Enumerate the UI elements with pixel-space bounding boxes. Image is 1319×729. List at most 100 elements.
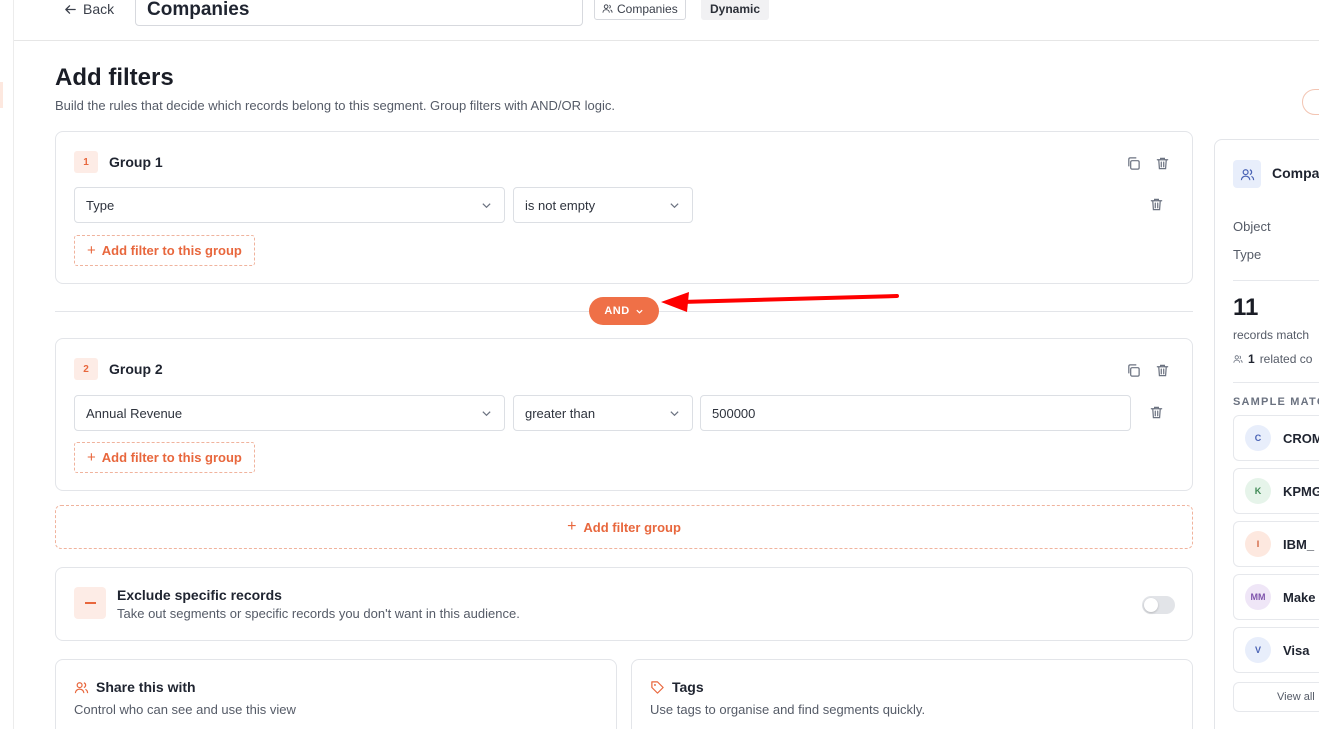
segment-type-chip: Dynamic: [701, 0, 770, 20]
summary-divider: [1233, 280, 1319, 281]
add-filter-group-button[interactable]: + Add filter group: [55, 505, 1193, 549]
back-label: Back: [83, 1, 115, 17]
operator-select-value: is not empty: [525, 197, 596, 213]
add-filter-group-label: Add filter group: [583, 519, 681, 535]
operator-select[interactable]: is not empty: [513, 187, 693, 223]
exclude-records-card: Exclude specific records Take out segmen…: [55, 567, 1193, 641]
trash-icon: [1156, 157, 1168, 169]
trash-icon: [1150, 406, 1162, 418]
back-button[interactable]: Back: [64, 0, 114, 18]
sample-match-name: KPMG: [1283, 483, 1319, 499]
field-select[interactable]: Type: [74, 187, 505, 223]
toggle-knob: [1144, 598, 1158, 612]
view-all-button[interactable]: View all: [1233, 682, 1319, 712]
summary-object-label: Object: [1233, 219, 1271, 234]
left-rail: [0, 0, 14, 729]
plus-icon: +: [87, 449, 96, 466]
field-select[interactable]: Annual Revenue: [74, 395, 505, 431]
summary-divider: [1233, 382, 1319, 383]
value-input-text: 500000: [712, 405, 756, 421]
chevron-down-icon: [482, 411, 491, 417]
chevron-down-icon: [636, 309, 643, 314]
field-select-value: Type: [86, 197, 115, 213]
segment-type-label: Dynamic: [710, 1, 761, 16]
sample-match-name: Visa: [1283, 642, 1310, 658]
object-chip: Companies: [594, 0, 686, 20]
header-action-button[interactable]: [1302, 89, 1319, 115]
annotation-arrow-icon: [661, 292, 899, 312]
group-number: 2: [74, 358, 98, 380]
tags-subtitle: Use tags to organise and find segments q…: [650, 702, 926, 717]
exclude-subtitle: Take out segments or specific records yo…: [117, 606, 520, 621]
avatar: K: [1245, 478, 1271, 504]
copy-icon: [1127, 156, 1140, 170]
minus-icon: [74, 587, 106, 619]
tags-title-row: Tags: [650, 679, 704, 695]
summary-type-label: Type: [1233, 247, 1262, 262]
users-icon: [1233, 160, 1261, 188]
users-icon: [74, 681, 89, 693]
plus-icon: +: [567, 518, 577, 535]
group-title: Group 1: [109, 154, 163, 170]
tag-icon: [651, 680, 664, 694]
exclude-toggle[interactable]: [1142, 596, 1175, 614]
field-select-value: Annual Revenue: [86, 405, 183, 421]
sample-match-name: CROM: [1283, 430, 1319, 446]
delete-group-button[interactable]: [1153, 361, 1171, 379]
value-input[interactable]: 500000: [700, 395, 1131, 431]
delete-group-button[interactable]: [1153, 154, 1171, 172]
sample-match-row[interactable]: I IBM_: [1233, 521, 1319, 567]
avatar: C: [1245, 425, 1271, 451]
group-title: Group 2: [109, 361, 163, 377]
trash-icon: [1150, 198, 1162, 210]
group-number: 1: [74, 151, 98, 173]
delete-filter-button[interactable]: [1147, 195, 1165, 213]
match-label: records match: [1233, 328, 1310, 342]
segment-name-value: Companies: [147, 0, 250, 20]
add-filter-button[interactable]: + Add filter to this group: [74, 442, 255, 473]
delete-filter-button[interactable]: [1147, 403, 1165, 421]
operator-select-value: greater than: [525, 405, 596, 421]
add-filter-button[interactable]: + Add filter to this group: [74, 235, 255, 266]
chevron-down-icon: [670, 411, 679, 417]
related-contacts: 1 related co: [1233, 352, 1312, 366]
sample-match-row[interactable]: K KPMG: [1233, 468, 1319, 514]
duplicate-group-button[interactable]: [1124, 361, 1142, 379]
page-title: Add filters: [55, 64, 174, 91]
add-filter-label: Add filter to this group: [101, 243, 242, 258]
sample-match-name: IBM_: [1283, 536, 1315, 552]
avatar: V: [1245, 637, 1271, 663]
filter-group-2: 2 Group 2 Annual Revenue greater than 50…: [55, 338, 1193, 491]
add-filter-label: Add filter to this group: [101, 450, 242, 465]
operator-select[interactable]: greater than: [513, 395, 693, 431]
logic-connector-toggle[interactable]: AND: [589, 297, 659, 325]
related-label: related co: [1259, 352, 1313, 366]
tags-card: Tags Use tags to organise and find segme…: [631, 659, 1193, 729]
sample-match-row[interactable]: C CROM: [1233, 415, 1319, 461]
related-count: 1: [1248, 352, 1255, 366]
segment-name-input[interactable]: Companies: [135, 0, 583, 26]
sample-match-row[interactable]: V Visa: [1233, 627, 1319, 673]
avatar: I: [1245, 531, 1271, 557]
summary-title: Compa: [1272, 165, 1319, 181]
plus-icon: +: [87, 242, 96, 259]
sample-match-row[interactable]: MM Make: [1233, 574, 1319, 620]
filter-group-1: 1 Group 1 Type is not empty + Add filter…: [55, 131, 1193, 284]
avatar: MM: [1245, 584, 1271, 610]
left-rail-marker: [0, 82, 3, 108]
chevron-down-icon: [482, 203, 491, 209]
share-card: Share this with Control who can see and …: [55, 659, 617, 729]
arrow-left-icon: [65, 4, 76, 14]
duplicate-group-button[interactable]: [1124, 154, 1142, 172]
sample-match-name: Make: [1283, 589, 1316, 605]
trash-icon: [1156, 364, 1168, 376]
users-icon: [602, 4, 613, 13]
share-subtitle: Control who can see and use this view: [74, 702, 296, 717]
top-bar: Back Companies Companies Dynamic: [14, 0, 1319, 41]
exclude-title: Exclude specific records: [117, 587, 282, 603]
users-icon: [1233, 355, 1243, 363]
tags-title: Tags: [672, 679, 704, 695]
share-title-row: Share this with: [74, 679, 196, 695]
object-chip-label: Companies: [617, 1, 678, 16]
share-title: Share this with: [96, 679, 196, 695]
